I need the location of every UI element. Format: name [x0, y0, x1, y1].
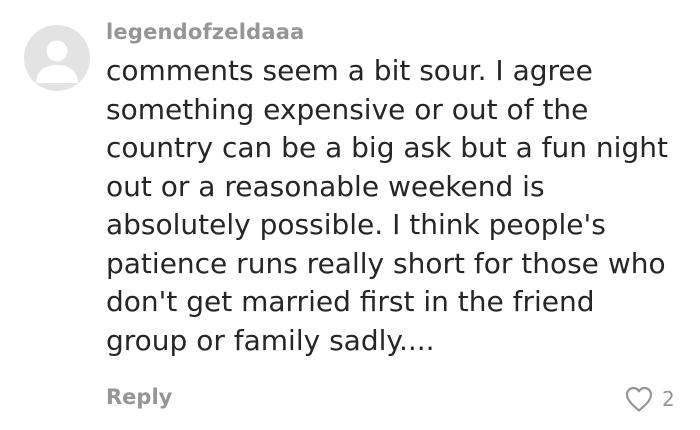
comment-text-line: comments seem a bit sour. I agree	[106, 54, 593, 87]
comment-text: comments seem a bit sour. I agree someth…	[106, 52, 696, 360]
comment-text-line: something expensive or out of the	[106, 92, 589, 126]
reply-button[interactable]: Reply	[106, 385, 172, 409]
heart-outline-icon[interactable]	[624, 385, 654, 413]
comment-author[interactable]: legendofzeldaaa	[106, 20, 304, 44]
comment-text-line: country can be a big ask but a fun night	[106, 131, 668, 164]
user-avatar-icon	[36, 40, 78, 83]
comment-text-line: group or family sadly....	[106, 323, 435, 357]
comment-text-line: don't get married first in the friend	[106, 285, 595, 318]
avatar[interactable]	[24, 25, 90, 91]
comment-text-line: absolutely possible. I think people's	[106, 208, 606, 241]
comment-text-line: out or a reasonable weekend is	[106, 169, 545, 203]
comment-text-line: patience runs really short for those who	[106, 246, 666, 280]
like-control: 2	[624, 383, 675, 415]
like-count: 2	[662, 387, 675, 411]
